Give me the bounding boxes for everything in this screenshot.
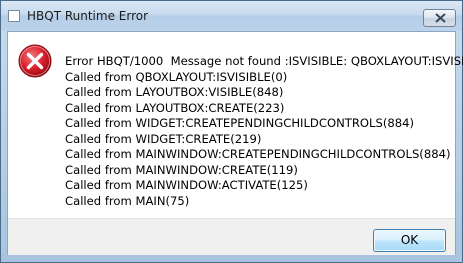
message-line: Error HBQT/1000 Message not found :ISVIS… — [65, 54, 463, 68]
message-line: Called from MAIN(75) — [65, 193, 190, 208]
message-line: Called from WIDGET:CREATEPENDINGCHILDCON… — [65, 116, 414, 130]
message-line: Called from WIDGET:CREATE(219) — [65, 131, 262, 146]
message-line: Called from MAINWINDOW:CREATEPENDINGCHIL… — [65, 147, 451, 161]
error-icon — [18, 44, 52, 78]
close-icon — [435, 13, 446, 23]
dialog-content: Error HBQT/1000 Message not found :ISVIS… — [7, 31, 463, 255]
message-line: Called from MAINWINDOW:ACTIVATE(125) — [65, 178, 308, 192]
window-title: HBQT Runtime Error — [27, 9, 149, 23]
message-line: Called from QBOXLAYOUT:ISVISIBLE(0) — [65, 69, 288, 84]
message-line: Called from LAYOUTBOX:VISIBLE(848) — [65, 85, 284, 99]
message-line: Called from LAYOUTBOX:CREATE(223) — [65, 100, 285, 115]
message-line: Called from MAINWINDOW:CREATE(119) — [65, 162, 298, 177]
button-bar: OK — [8, 218, 455, 255]
app-window-icon — [8, 10, 20, 22]
title-bar[interactable]: HBQT Runtime Error — [1, 1, 462, 31]
error-dialog-window: HBQT Runtime Error Error HBQT/1000 Messa… — [0, 0, 463, 263]
ok-button[interactable]: OK — [373, 229, 446, 252]
error-message: Error HBQT/1000 Message not found :ISVIS… — [65, 54, 463, 209]
close-button[interactable] — [423, 9, 456, 27]
